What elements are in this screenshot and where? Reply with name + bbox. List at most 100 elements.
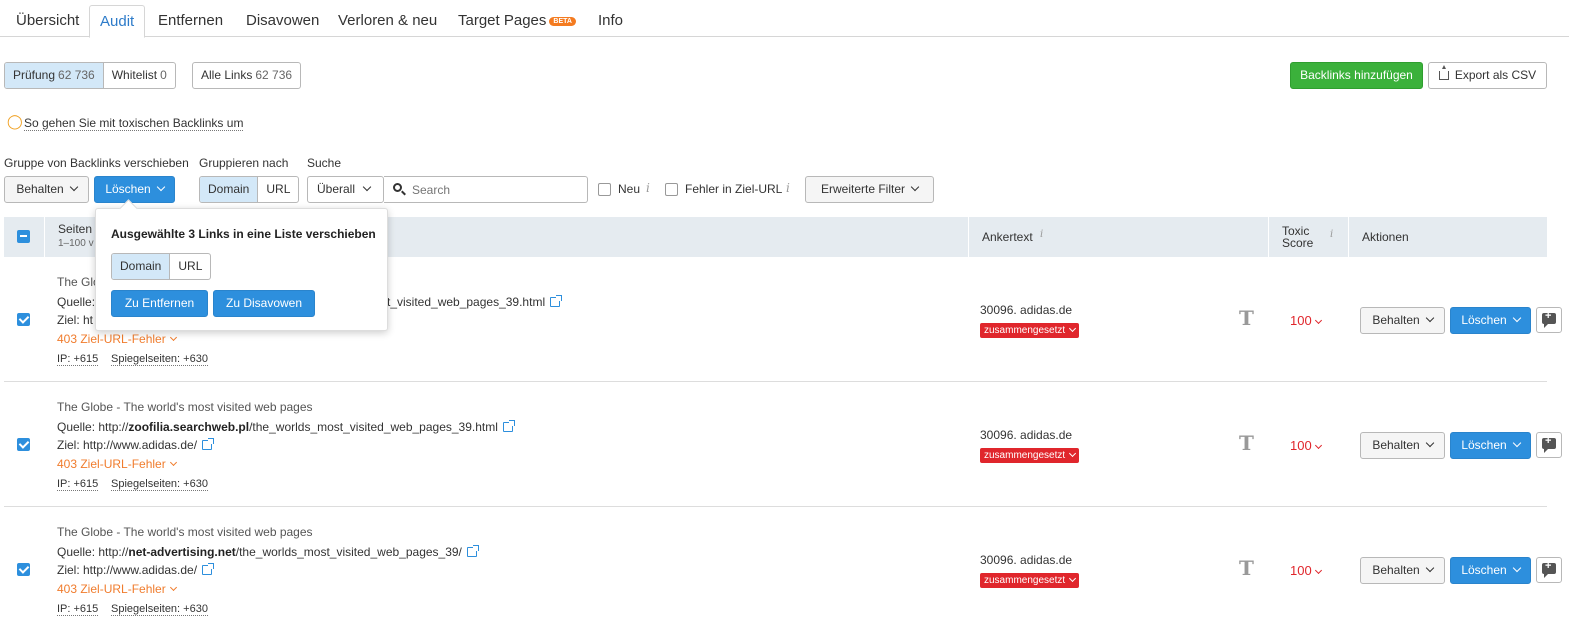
- search-box[interactable]: [384, 176, 588, 203]
- row-checkbox[interactable]: [17, 563, 30, 576]
- row-mirror-link[interactable]: Spiegelseiten: +630: [111, 478, 208, 491]
- new-checkbox[interactable]: [598, 183, 611, 196]
- move-group-label: Gruppe von Backlinks verschieben: [4, 156, 189, 170]
- search-scope-value: Überall: [317, 182, 356, 196]
- toxic-backlinks-help-link[interactable]: So gehen Sie mit toxischen Backlinks um: [24, 116, 244, 131]
- row-target[interactable]: Ziel: http://www.adidas.de/: [57, 438, 215, 452]
- chevron-down-icon: [1512, 313, 1521, 323]
- move-links-popup: Ausgewählte 3 Links in eine Liste versch…: [95, 208, 388, 331]
- new-label: Neu: [618, 182, 641, 196]
- row-delete-dropdown[interactable]: Löschen: [1450, 557, 1531, 584]
- move-to-remove-button[interactable]: Zu Entfernen: [111, 290, 208, 317]
- row-source[interactable]: Quelle: http://net-advertising.net/the_w…: [57, 545, 479, 559]
- chevron-down-icon: [910, 182, 920, 192]
- group-by-domain[interactable]: Domain: [200, 177, 258, 202]
- advanced-filter-label: Erweiterte Filter: [820, 182, 906, 196]
- external-link-icon[interactable]: [202, 438, 215, 450]
- group-by-label: Gruppieren nach: [199, 156, 289, 170]
- row-delete-label: Löschen: [1461, 438, 1507, 452]
- row-source-path: /the_worlds_most_visited_web_pages_39/: [235, 545, 462, 559]
- add-comment-button[interactable]: [1536, 307, 1562, 333]
- export-csv-button[interactable]: Export als CSV: [1428, 62, 1547, 89]
- row-checkbox[interactable]: [17, 313, 30, 326]
- row-keep-label: Behalten: [1372, 563, 1420, 577]
- tab-info[interactable]: Info: [598, 12, 623, 29]
- search-scope-select[interactable]: Überall: [307, 176, 384, 203]
- external-link-icon[interactable]: [502, 420, 515, 432]
- row-anchor-tag[interactable]: zusammengesetzt: [980, 323, 1080, 338]
- add-comment-button[interactable]: [1536, 432, 1562, 458]
- tab-bar: Übersicht Audit Entfernen Disavowen Verl…: [0, 0, 1569, 38]
- filter-all-links[interactable]: Alle Links 62 736: [192, 62, 302, 89]
- filter-whitelist-label: Whitelist: [111, 68, 158, 82]
- row-keep-dropdown[interactable]: Behalten: [1360, 432, 1445, 459]
- text-type-icon: T: [1239, 431, 1254, 455]
- add-backlinks-button[interactable]: Backlinks hinzufügen: [1290, 62, 1423, 89]
- select-all-checkbox[interactable]: [17, 230, 30, 243]
- filter-whitelist[interactable]: Whitelist 0: [102, 63, 175, 88]
- popup-url-option[interactable]: URL: [169, 254, 210, 279]
- row-keep-dropdown[interactable]: Behalten: [1360, 307, 1445, 334]
- advanced-filter-dropdown[interactable]: Erweiterte Filter: [805, 176, 934, 203]
- row-toxic-score[interactable]: 100: [1290, 563, 1322, 578]
- chevron-down-icon: [1425, 438, 1434, 448]
- add-comment-button[interactable]: [1536, 557, 1562, 583]
- col-pages-header: Seiten: [58, 222, 93, 236]
- row-source-domain: zoofilia.searchweb.pl: [128, 420, 250, 434]
- row-source-path: /the_worlds_most_visited_web_pages_39.ht…: [249, 420, 498, 434]
- tab-remove[interactable]: Entfernen: [158, 12, 223, 29]
- keep-group-label: Behalten: [16, 182, 64, 196]
- external-link-icon[interactable]: [202, 563, 215, 575]
- tab-lost-new[interactable]: Verloren & neu: [338, 12, 437, 29]
- tab-disavow[interactable]: Disavowen: [246, 12, 319, 29]
- tab-target-pages[interactable]: Target Pages BETA: [458, 12, 576, 29]
- row-source-path: st_visited_web_pages_39.html: [381, 295, 546, 309]
- row-error-label: 403 Ziel-URL-Fehler: [57, 332, 166, 346]
- filter-all-links-count: 62 736: [255, 68, 293, 82]
- row-checkbox[interactable]: [17, 438, 30, 451]
- external-link-icon[interactable]: [550, 295, 563, 307]
- keep-group-dropdown[interactable]: Behalten: [4, 176, 89, 203]
- search-input[interactable]: [412, 181, 582, 199]
- move-to-disavow-button[interactable]: Zu Disavowen: [213, 290, 315, 317]
- row-delete-dropdown[interactable]: Löschen: [1450, 432, 1531, 459]
- row-source-link[interactable]: st_visited_web_pages_39.html: [381, 295, 563, 309]
- delete-group-dropdown[interactable]: Löschen: [94, 176, 175, 203]
- filter-whitelist-count: 0: [160, 68, 167, 82]
- chevron-down-icon: [1314, 566, 1322, 575]
- row-delete-label: Löschen: [1461, 313, 1507, 327]
- group-by-url[interactable]: URL: [257, 177, 298, 202]
- row-error-dropdown[interactable]: 403 Ziel-URL-Fehler: [57, 457, 177, 471]
- target-error-label: Fehler in Ziel-URL: [685, 182, 783, 196]
- row-ip-link[interactable]: IP: +615: [57, 603, 99, 616]
- row-toxic-score[interactable]: 100: [1290, 313, 1322, 328]
- row-keep-label: Behalten: [1372, 313, 1420, 327]
- tab-audit[interactable]: Audit: [89, 5, 146, 38]
- tab-overview[interactable]: Übersicht: [16, 12, 79, 29]
- row-target[interactable]: Ziel: http://www.adidas.de/: [57, 563, 215, 577]
- row-error-dropdown[interactable]: 403 Ziel-URL-Fehler: [57, 332, 177, 346]
- row-error-dropdown[interactable]: 403 Ziel-URL-Fehler: [57, 582, 177, 596]
- filter-pruefung-label: Prüfung: [13, 68, 56, 82]
- row-toxic-score[interactable]: 100: [1290, 438, 1322, 453]
- row-toxic-score-value: 100: [1290, 563, 1312, 578]
- chevron-down-icon: [1314, 441, 1322, 450]
- row-anchor-tag[interactable]: zusammengesetzt: [980, 448, 1080, 463]
- row-delete-dropdown[interactable]: Löschen: [1450, 307, 1531, 334]
- popup-title: Ausgewählte 3 Links in eine Liste versch…: [111, 227, 376, 241]
- row-keep-dropdown[interactable]: Behalten: [1360, 557, 1445, 584]
- target-error-checkbox[interactable]: [665, 183, 678, 196]
- row-ip-link[interactable]: IP: +615: [57, 353, 99, 366]
- filter-pruefung[interactable]: Prüfung 62 736: [5, 63, 103, 88]
- row-ip-link[interactable]: IP: +615: [57, 478, 99, 491]
- row-title: The Globe - The world's most visited web…: [57, 525, 313, 539]
- row-source[interactable]: Quelle: http://zoofilia.searchweb.pl/the…: [57, 420, 515, 434]
- row-anchor-tag[interactable]: zusammengesetzt: [980, 573, 1080, 588]
- row-mirror-link[interactable]: Spiegelseiten: +630: [111, 353, 208, 366]
- row-mirror-link[interactable]: Spiegelseiten: +630: [111, 603, 208, 616]
- row-anchor: 30096. adidas.de: [980, 553, 1073, 567]
- row-source-prefix: Quelle:: [57, 295, 96, 309]
- popup-domain-option[interactable]: Domain: [112, 254, 170, 279]
- external-link-icon[interactable]: [466, 545, 479, 557]
- filter-pruefung-count: 62 736: [58, 68, 95, 82]
